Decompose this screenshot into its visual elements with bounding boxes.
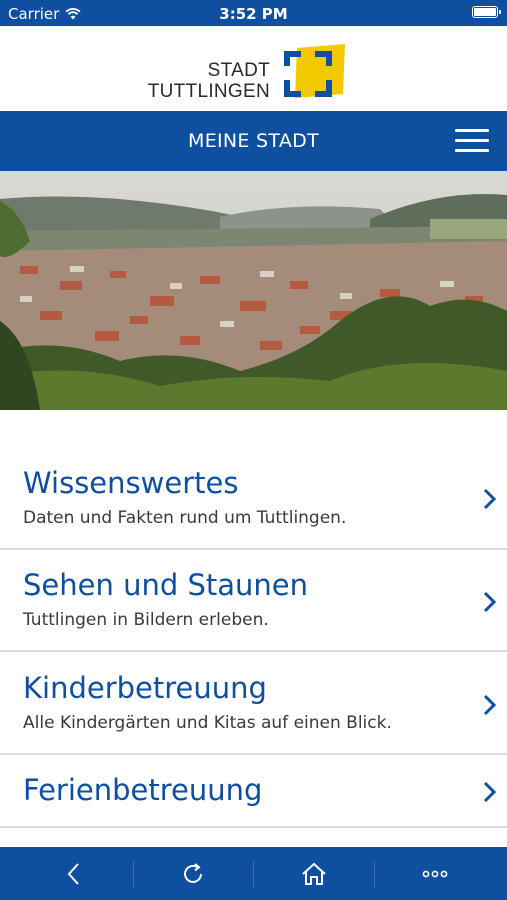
list-item-subtitle: Daten und Fakten rund um Tuttlingen. <box>23 508 347 528</box>
list-item-kinderbetreuung[interactable]: Kinderbetreuung Alle Kindergärten und Ki… <box>0 661 507 753</box>
page-title: MEINE STADT <box>188 130 319 152</box>
logo-header: STADT TUTTLINGEN <box>0 26 507 111</box>
divider <box>0 548 507 550</box>
more-icon <box>422 870 448 877</box>
status-time: 3:52 PM <box>219 5 288 23</box>
battery-icon <box>472 6 501 18</box>
home-icon <box>302 862 326 885</box>
hamburger-menu-icon[interactable] <box>455 129 489 153</box>
divider <box>0 650 507 652</box>
status-bar: Carrier 3:52 PM <box>0 0 507 26</box>
back-icon <box>67 862 79 885</box>
more-button[interactable] <box>375 847 495 900</box>
city-logo-text: STADT TUTTLINGEN <box>148 60 270 102</box>
list-item-sehen-und-staunen[interactable]: Sehen und Staunen Tuttlingen in Bildern … <box>0 558 507 650</box>
hero-image <box>0 171 507 410</box>
logo-line-stadt: STADT <box>207 60 270 81</box>
chevron-right-icon <box>483 488 497 510</box>
list-item-subtitle: Tuttlingen in Bildern erleben. <box>23 610 269 630</box>
list-item-title: Wissenswertes <box>23 466 239 500</box>
list-item-title: Ferienbetreuung <box>23 773 263 807</box>
list-item-wissenswertes[interactable]: Wissenswertes Daten und Fakten rund um T… <box>0 456 507 548</box>
chevron-right-icon <box>483 694 497 716</box>
reload-icon <box>184 862 202 883</box>
reload-button[interactable] <box>133 847 253 900</box>
divider <box>0 753 507 755</box>
chevron-right-icon <box>483 781 497 803</box>
chevron-right-icon <box>483 591 497 613</box>
list-item-title: Kinderbetreuung <box>23 671 267 705</box>
nav-bar: MEINE STADT <box>0 111 507 171</box>
list-item-ferienbetreuung[interactable]: Ferienbetreuung <box>0 763 507 827</box>
city-logo-icon <box>284 44 345 98</box>
list-item-subtitle: Alle Kindergärten und Kitas auf einen Bl… <box>23 713 392 733</box>
home-button[interactable] <box>254 847 374 900</box>
divider <box>0 826 507 828</box>
back-button[interactable] <box>13 847 133 900</box>
list-item-title: Sehen und Staunen <box>23 568 308 602</box>
logo-line-tuttlingen: TUTTLINGEN <box>147 81 270 102</box>
bottom-toolbar <box>0 847 507 900</box>
